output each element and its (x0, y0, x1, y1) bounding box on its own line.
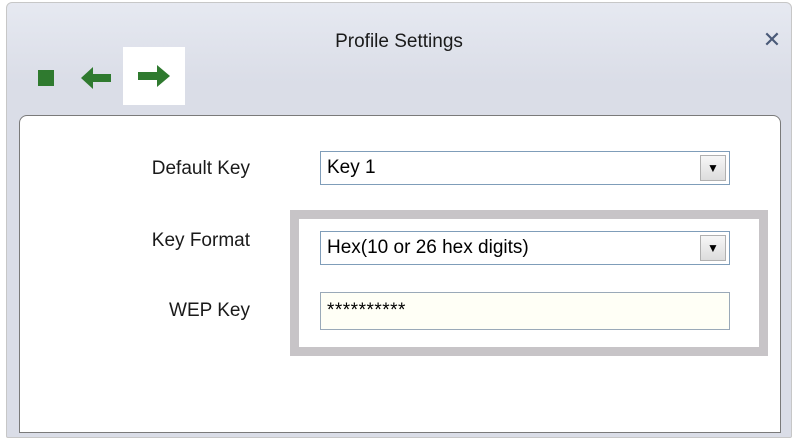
wep-key-label: WEP Key (169, 300, 250, 321)
arrow-right-icon (138, 65, 170, 87)
arrow-left-icon (81, 67, 111, 89)
settings-panel: Default Key Key 1 ▼ Key Format Hex(10 or… (19, 115, 781, 433)
key-format-dropdown[interactable]: Hex(10 or 26 hex digits) ▼ (320, 231, 730, 265)
chevron-down-icon[interactable]: ▼ (700, 235, 726, 261)
default-key-dropdown[interactable]: Key 1 ▼ (320, 151, 730, 185)
wep-key-input[interactable]: ********** (320, 292, 730, 330)
profile-settings-window: Profile Settings ✕ Default Key Key 1 ▼ K… (6, 2, 792, 438)
default-key-value: Key 1 (327, 157, 376, 178)
stop-icon (38, 70, 54, 86)
close-button[interactable]: ✕ (761, 29, 783, 51)
next-button[interactable] (123, 47, 185, 105)
stop-button[interactable] (35, 67, 57, 89)
key-format-label: Key Format (151, 230, 250, 251)
chevron-down-icon[interactable]: ▼ (700, 155, 726, 181)
default-key-label: Default Key (151, 158, 250, 179)
key-format-value: Hex(10 or 26 hex digits) (327, 237, 529, 258)
back-button[interactable] (79, 65, 113, 91)
